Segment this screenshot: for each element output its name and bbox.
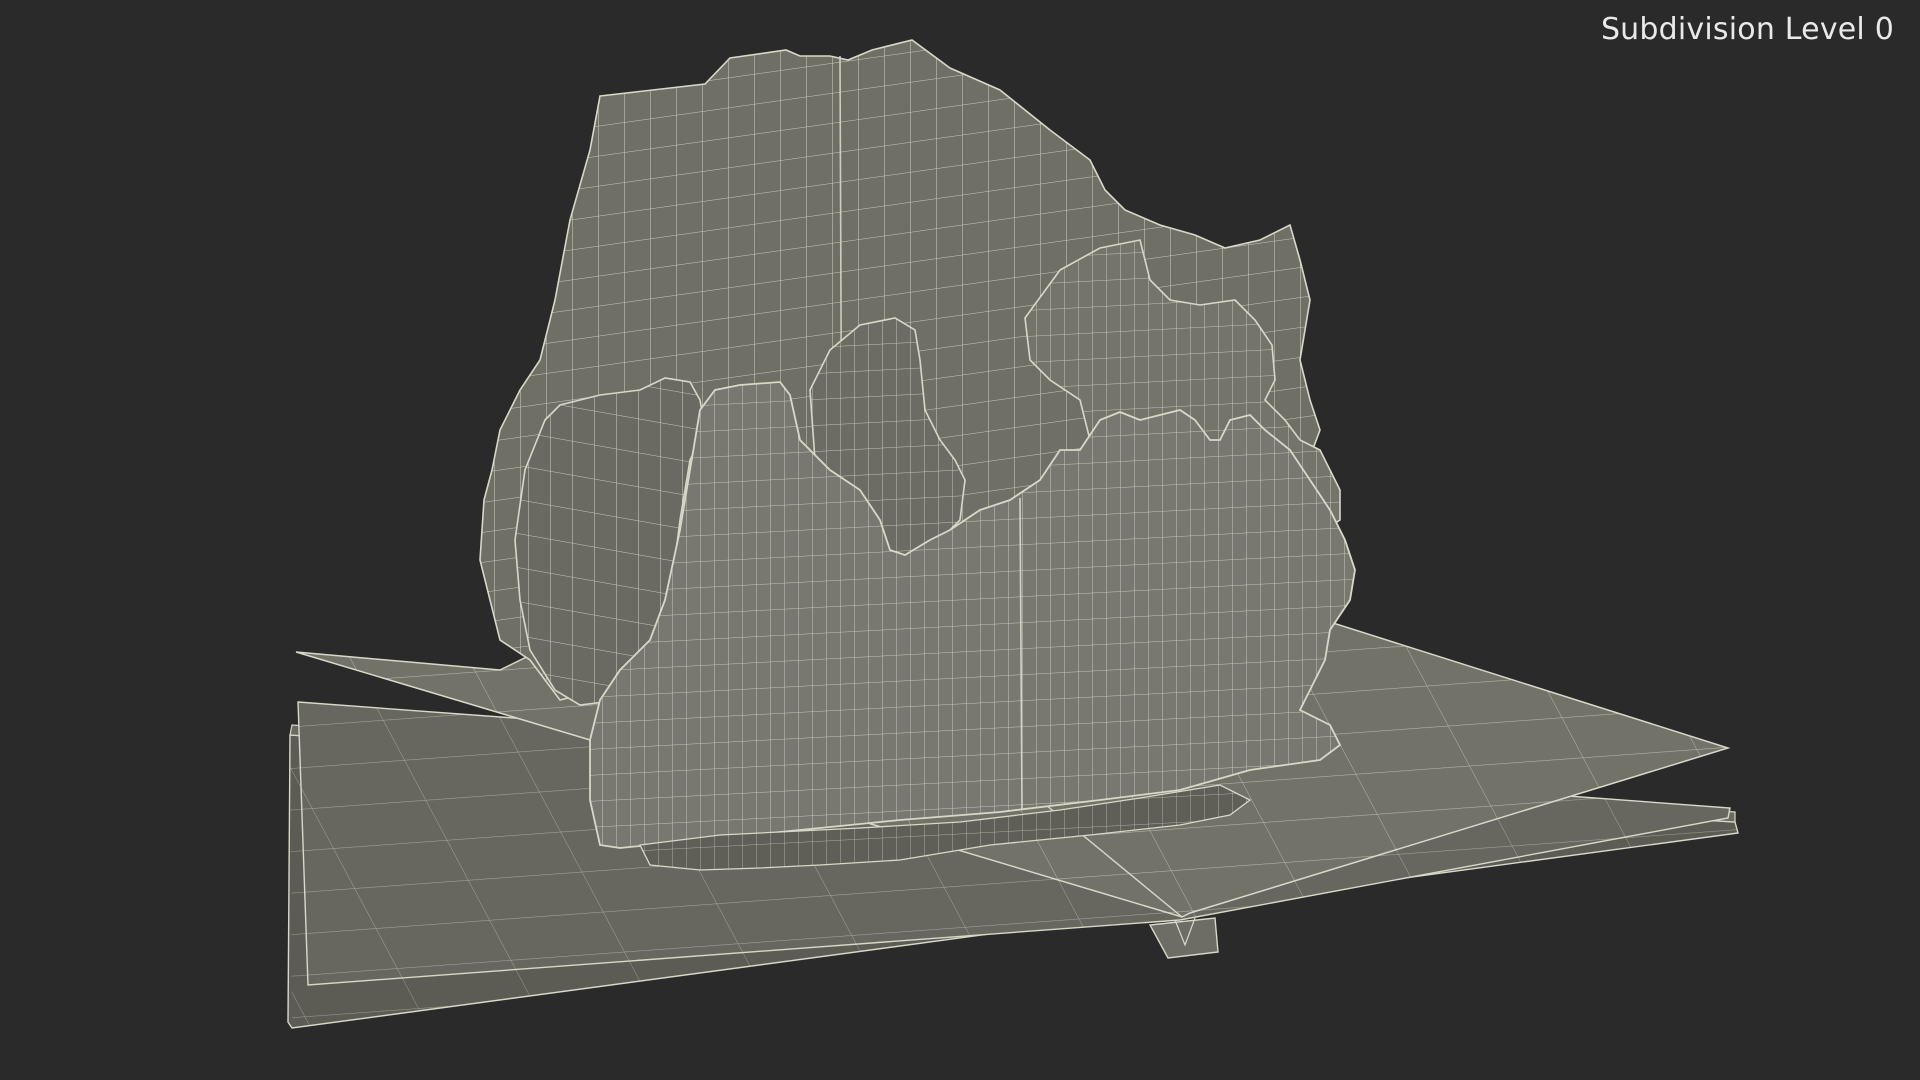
book-spine [1148, 917, 1219, 959]
3d-viewport[interactable]: Subdivision Level 0 [0, 0, 1920, 1080]
wireframe-render [287, 39, 1739, 1029]
subdivision-level-label: Subdivision Level 0 [1600, 12, 1894, 47]
